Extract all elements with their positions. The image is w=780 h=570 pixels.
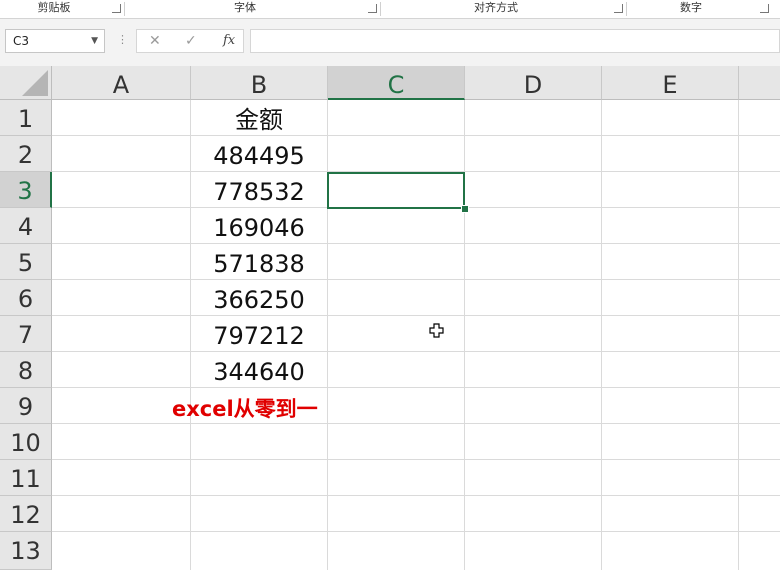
row-header-13[interactable]: 13	[0, 532, 52, 570]
cell-b2[interactable]: 484495	[191, 136, 327, 172]
gridline	[52, 531, 780, 532]
ribbon-separator	[626, 2, 627, 16]
select-all-button[interactable]	[0, 66, 52, 100]
ribbon-group-number: 数字	[628, 0, 754, 18]
gridline	[52, 315, 780, 316]
enter-icon[interactable]: ✓	[185, 32, 197, 50]
gridline	[52, 387, 780, 388]
worksheet-grid[interactable]: A B C D E 1 2 3 4 5 6 7 8 9 10 11 12 13 …	[0, 66, 780, 570]
ribbon-separator	[124, 2, 125, 16]
column-header-e[interactable]: E	[602, 66, 739, 100]
chevron-down-icon[interactable]: ▼	[91, 30, 98, 52]
row-header-10[interactable]: 10	[0, 424, 52, 460]
row-header-4[interactable]: 4	[0, 208, 52, 244]
column-header-f-partial[interactable]	[739, 66, 780, 100]
cell-cross-cursor-icon	[429, 323, 444, 338]
cell-b7[interactable]: 797212	[191, 316, 327, 352]
ribbon-group-alignment: 对齐方式	[382, 0, 610, 18]
row-header-9[interactable]: 9	[0, 388, 52, 424]
ribbon-group-labels: 剪贴板 字体 对齐方式 数字	[0, 0, 780, 19]
gridline	[52, 279, 780, 280]
select-all-triangle-icon	[22, 70, 48, 96]
gridline	[52, 423, 780, 424]
row-header-7[interactable]: 7	[0, 316, 52, 352]
cell-b8[interactable]: 344640	[191, 352, 327, 388]
gridline	[52, 351, 780, 352]
ribbon-group-label: 剪贴板	[37, 1, 71, 14]
ribbon-group-clipboard: 剪贴板	[0, 0, 108, 18]
cell-b1[interactable]: 金额	[191, 100, 327, 136]
row-header-8[interactable]: 8	[0, 352, 52, 388]
row-header-11[interactable]: 11	[0, 460, 52, 496]
formula-buttons: ✕ ✓ fx	[136, 29, 244, 53]
watermark-text: excel从零到一	[172, 397, 318, 421]
ribbon-group-label: 对齐方式	[474, 1, 518, 14]
cancel-icon[interactable]: ✕	[149, 32, 161, 50]
ribbon-group-label: 字体	[234, 1, 256, 14]
row-header-6[interactable]: 6	[0, 280, 52, 316]
formula-bar-grip-icon[interactable]: ⋮	[117, 33, 128, 47]
active-cell-c3[interactable]	[327, 172, 465, 209]
ribbon-group-font: 字体	[126, 0, 364, 18]
column-header-b[interactable]: B	[191, 66, 328, 100]
name-box-value: C3	[13, 34, 30, 48]
insert-function-icon[interactable]: fx	[223, 33, 235, 48]
font-dialog-launcher-icon[interactable]	[368, 4, 377, 13]
cell-b5[interactable]: 571838	[191, 244, 327, 280]
column-header-d[interactable]: D	[465, 66, 602, 100]
cell-b6[interactable]: 366250	[191, 280, 327, 316]
row-header-3[interactable]: 3	[0, 172, 52, 208]
clipboard-dialog-launcher-icon[interactable]	[112, 4, 121, 13]
row-header-5[interactable]: 5	[0, 244, 52, 280]
ribbon-separator	[380, 2, 381, 16]
alignment-dialog-launcher-icon[interactable]	[614, 4, 623, 13]
row-header-1[interactable]: 1	[0, 100, 52, 136]
column-header-c[interactable]: C	[328, 66, 465, 100]
row-header-2[interactable]: 2	[0, 136, 52, 172]
gridline	[52, 495, 780, 496]
formula-input[interactable]	[250, 29, 780, 53]
row-header-12[interactable]: 12	[0, 496, 52, 532]
column-header-a[interactable]: A	[52, 66, 191, 100]
gridline	[52, 135, 780, 136]
number-dialog-launcher-icon[interactable]	[760, 4, 769, 13]
cell-b3[interactable]: 778532	[191, 172, 327, 208]
formula-bar: C3 ▼ ⋮ ✕ ✓ fx	[0, 19, 780, 66]
gridline	[52, 459, 780, 460]
fill-handle[interactable]	[461, 205, 469, 213]
ribbon-group-label: 数字	[680, 1, 702, 14]
name-box[interactable]: C3 ▼	[5, 29, 105, 53]
cell-b4[interactable]: 169046	[191, 208, 327, 244]
gridline	[52, 243, 780, 244]
